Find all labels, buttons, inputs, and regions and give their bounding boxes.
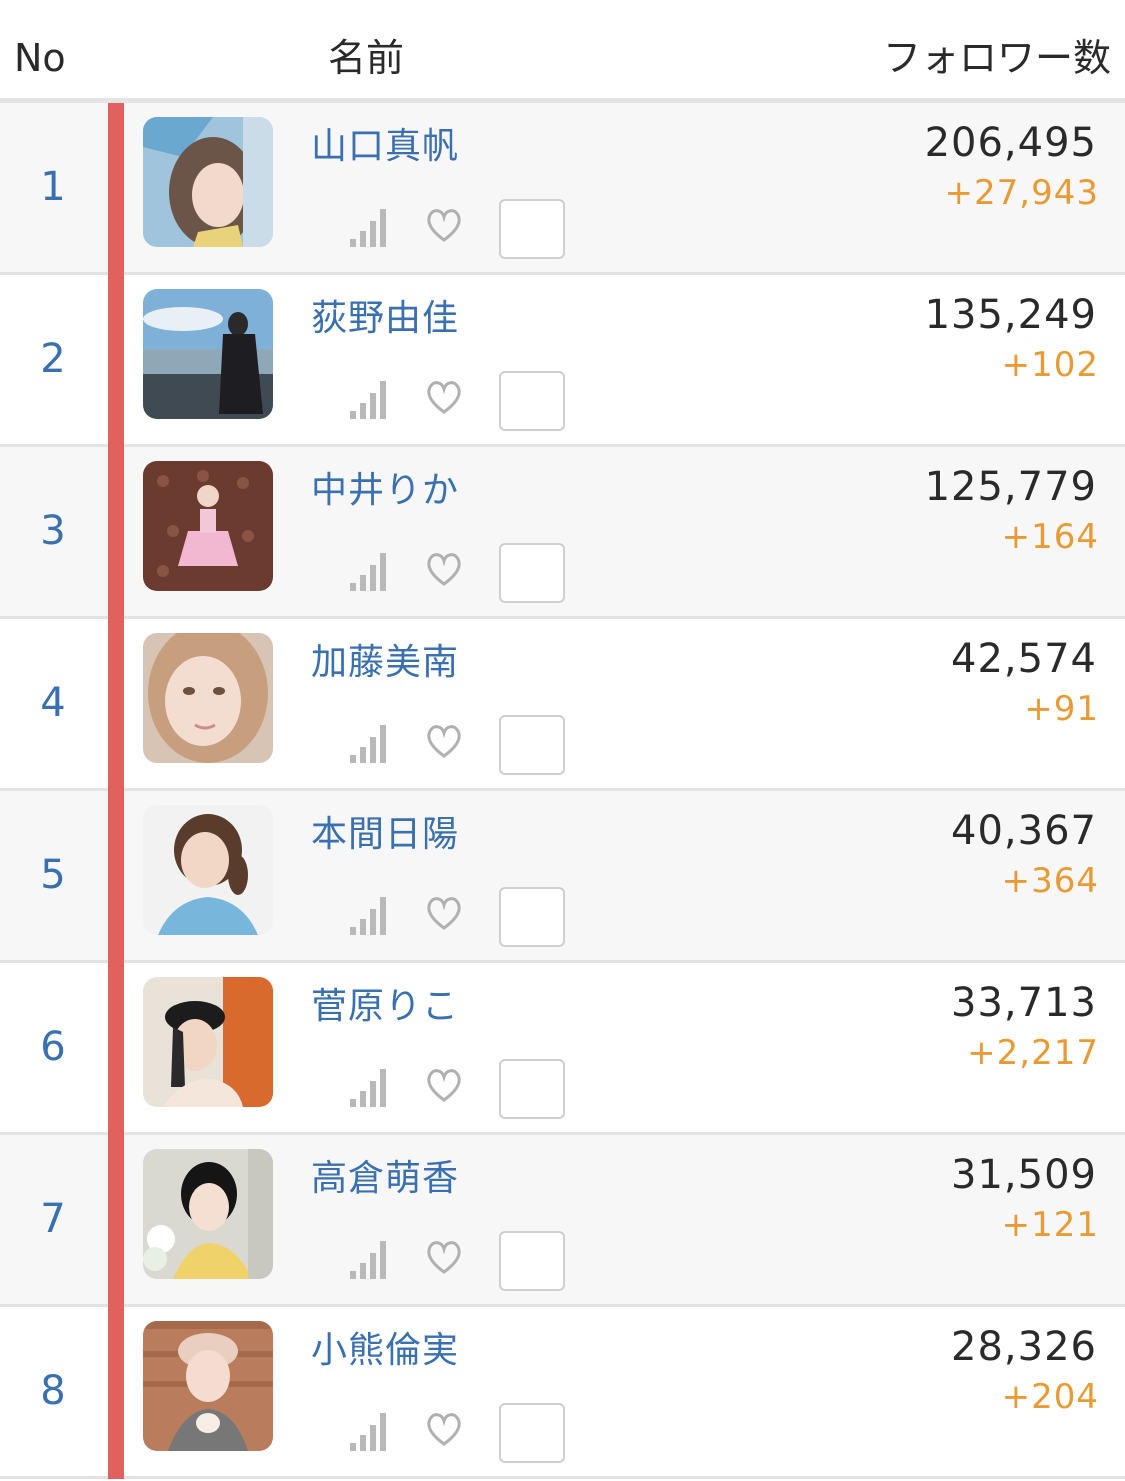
column-header-no: No <box>14 36 66 80</box>
rank-number: 1 <box>40 164 66 210</box>
accent-bar <box>108 275 124 447</box>
avatar[interactable] <box>143 805 273 935</box>
member-name[interactable]: 菅原りこ <box>311 983 459 1031</box>
table-row[interactable]: 5 本間日陽 40,367 +364 <box>0 791 1125 963</box>
checkbox[interactable] <box>499 1231 565 1291</box>
follower-delta: +164 <box>1001 517 1099 557</box>
avatar[interactable] <box>143 1149 273 1279</box>
follower-count: 31,509 <box>951 1152 1097 1198</box>
follower-delta: +204 <box>1001 1377 1099 1417</box>
follower-delta: +27,943 <box>944 173 1099 213</box>
rank-number: 5 <box>40 852 66 898</box>
heart-outline-icon[interactable] <box>425 895 463 931</box>
accent-bar <box>108 103 124 275</box>
checkbox[interactable] <box>499 199 565 259</box>
table-row[interactable]: 1 山口真帆 206,495 +27,943 <box>0 103 1125 275</box>
follower-delta: +364 <box>1001 861 1099 901</box>
signal-bars-icon[interactable] <box>350 723 388 763</box>
member-name[interactable]: 荻野由佳 <box>311 295 459 343</box>
accent-bar <box>108 963 124 1135</box>
follower-count: 206,495 <box>924 120 1097 166</box>
follower-count: 28,326 <box>951 1324 1097 1370</box>
checkbox[interactable] <box>499 1403 565 1463</box>
signal-bars-icon[interactable] <box>350 1239 388 1279</box>
checkbox[interactable] <box>499 887 565 947</box>
table-row[interactable]: 7 高倉萌香 31,509 +121 <box>0 1135 1125 1307</box>
follower-delta: +121 <box>1001 1205 1099 1245</box>
signal-bars-icon[interactable] <box>350 207 388 247</box>
checkbox[interactable] <box>499 543 565 603</box>
avatar[interactable] <box>143 977 273 1107</box>
member-name[interactable]: 加藤美南 <box>311 639 459 687</box>
accent-bar <box>108 1307 124 1479</box>
checkbox[interactable] <box>499 1059 565 1119</box>
table-row[interactable]: 8 小熊倫実 28,326 +204 <box>0 1307 1125 1479</box>
heart-outline-icon[interactable] <box>425 1239 463 1275</box>
table-header: No 名前 フォロワー数 <box>0 0 1125 103</box>
follower-count: 42,574 <box>951 636 1097 682</box>
signal-bars-icon[interactable] <box>350 1067 388 1107</box>
follower-delta: +102 <box>1001 345 1099 385</box>
member-name[interactable]: 山口真帆 <box>311 123 459 171</box>
accent-bar <box>108 619 124 791</box>
member-name[interactable]: 高倉萌香 <box>311 1155 459 1203</box>
follower-count: 40,367 <box>951 808 1097 854</box>
column-header-followers[interactable]: フォロワー数 <box>883 36 1111 80</box>
column-header-name: 名前 <box>328 36 405 80</box>
checkbox[interactable] <box>499 715 565 775</box>
rank-number: 3 <box>40 508 66 554</box>
signal-bars-icon[interactable] <box>350 551 388 591</box>
signal-bars-icon[interactable] <box>350 379 388 419</box>
member-name[interactable]: 中井りか <box>311 467 459 515</box>
rank-number: 8 <box>40 1368 66 1414</box>
heart-outline-icon[interactable] <box>425 723 463 759</box>
avatar[interactable] <box>143 1321 273 1451</box>
heart-outline-icon[interactable] <box>425 207 463 243</box>
follower-delta: +91 <box>1024 689 1099 729</box>
follower-count: 125,779 <box>924 464 1097 510</box>
accent-bar <box>108 1135 124 1307</box>
checkbox[interactable] <box>499 371 565 431</box>
avatar[interactable] <box>143 289 273 419</box>
avatar[interactable] <box>143 461 273 591</box>
follower-delta: +2,217 <box>967 1033 1099 1073</box>
rank-number: 2 <box>40 336 66 382</box>
follower-count: 135,249 <box>924 292 1097 338</box>
table-row[interactable]: 3 中井りか 125,779 +164 <box>0 447 1125 619</box>
table-row[interactable]: 4 加藤美南 42,574 +91 <box>0 619 1125 791</box>
member-name[interactable]: 本間日陽 <box>311 811 459 859</box>
avatar[interactable] <box>143 633 273 763</box>
rank-number: 6 <box>40 1024 66 1070</box>
ranking-list: 1 山口真帆 206,495 +27,943 2 荻野由佳 135,249 +1… <box>0 103 1125 1479</box>
avatar[interactable] <box>143 117 273 247</box>
table-row[interactable]: 6 菅原りこ 33,713 +2,217 <box>0 963 1125 1135</box>
rank-number: 4 <box>40 680 66 726</box>
table-row[interactable]: 2 荻野由佳 135,249 +102 <box>0 275 1125 447</box>
rank-number: 7 <box>40 1196 66 1242</box>
heart-outline-icon[interactable] <box>425 1067 463 1103</box>
member-name[interactable]: 小熊倫実 <box>311 1327 459 1375</box>
signal-bars-icon[interactable] <box>350 1411 388 1451</box>
accent-bar <box>108 791 124 963</box>
accent-bar <box>108 447 124 619</box>
follower-count: 33,713 <box>951 980 1097 1026</box>
heart-outline-icon[interactable] <box>425 379 463 415</box>
heart-outline-icon[interactable] <box>425 551 463 587</box>
signal-bars-icon[interactable] <box>350 895 388 935</box>
heart-outline-icon[interactable] <box>425 1411 463 1447</box>
